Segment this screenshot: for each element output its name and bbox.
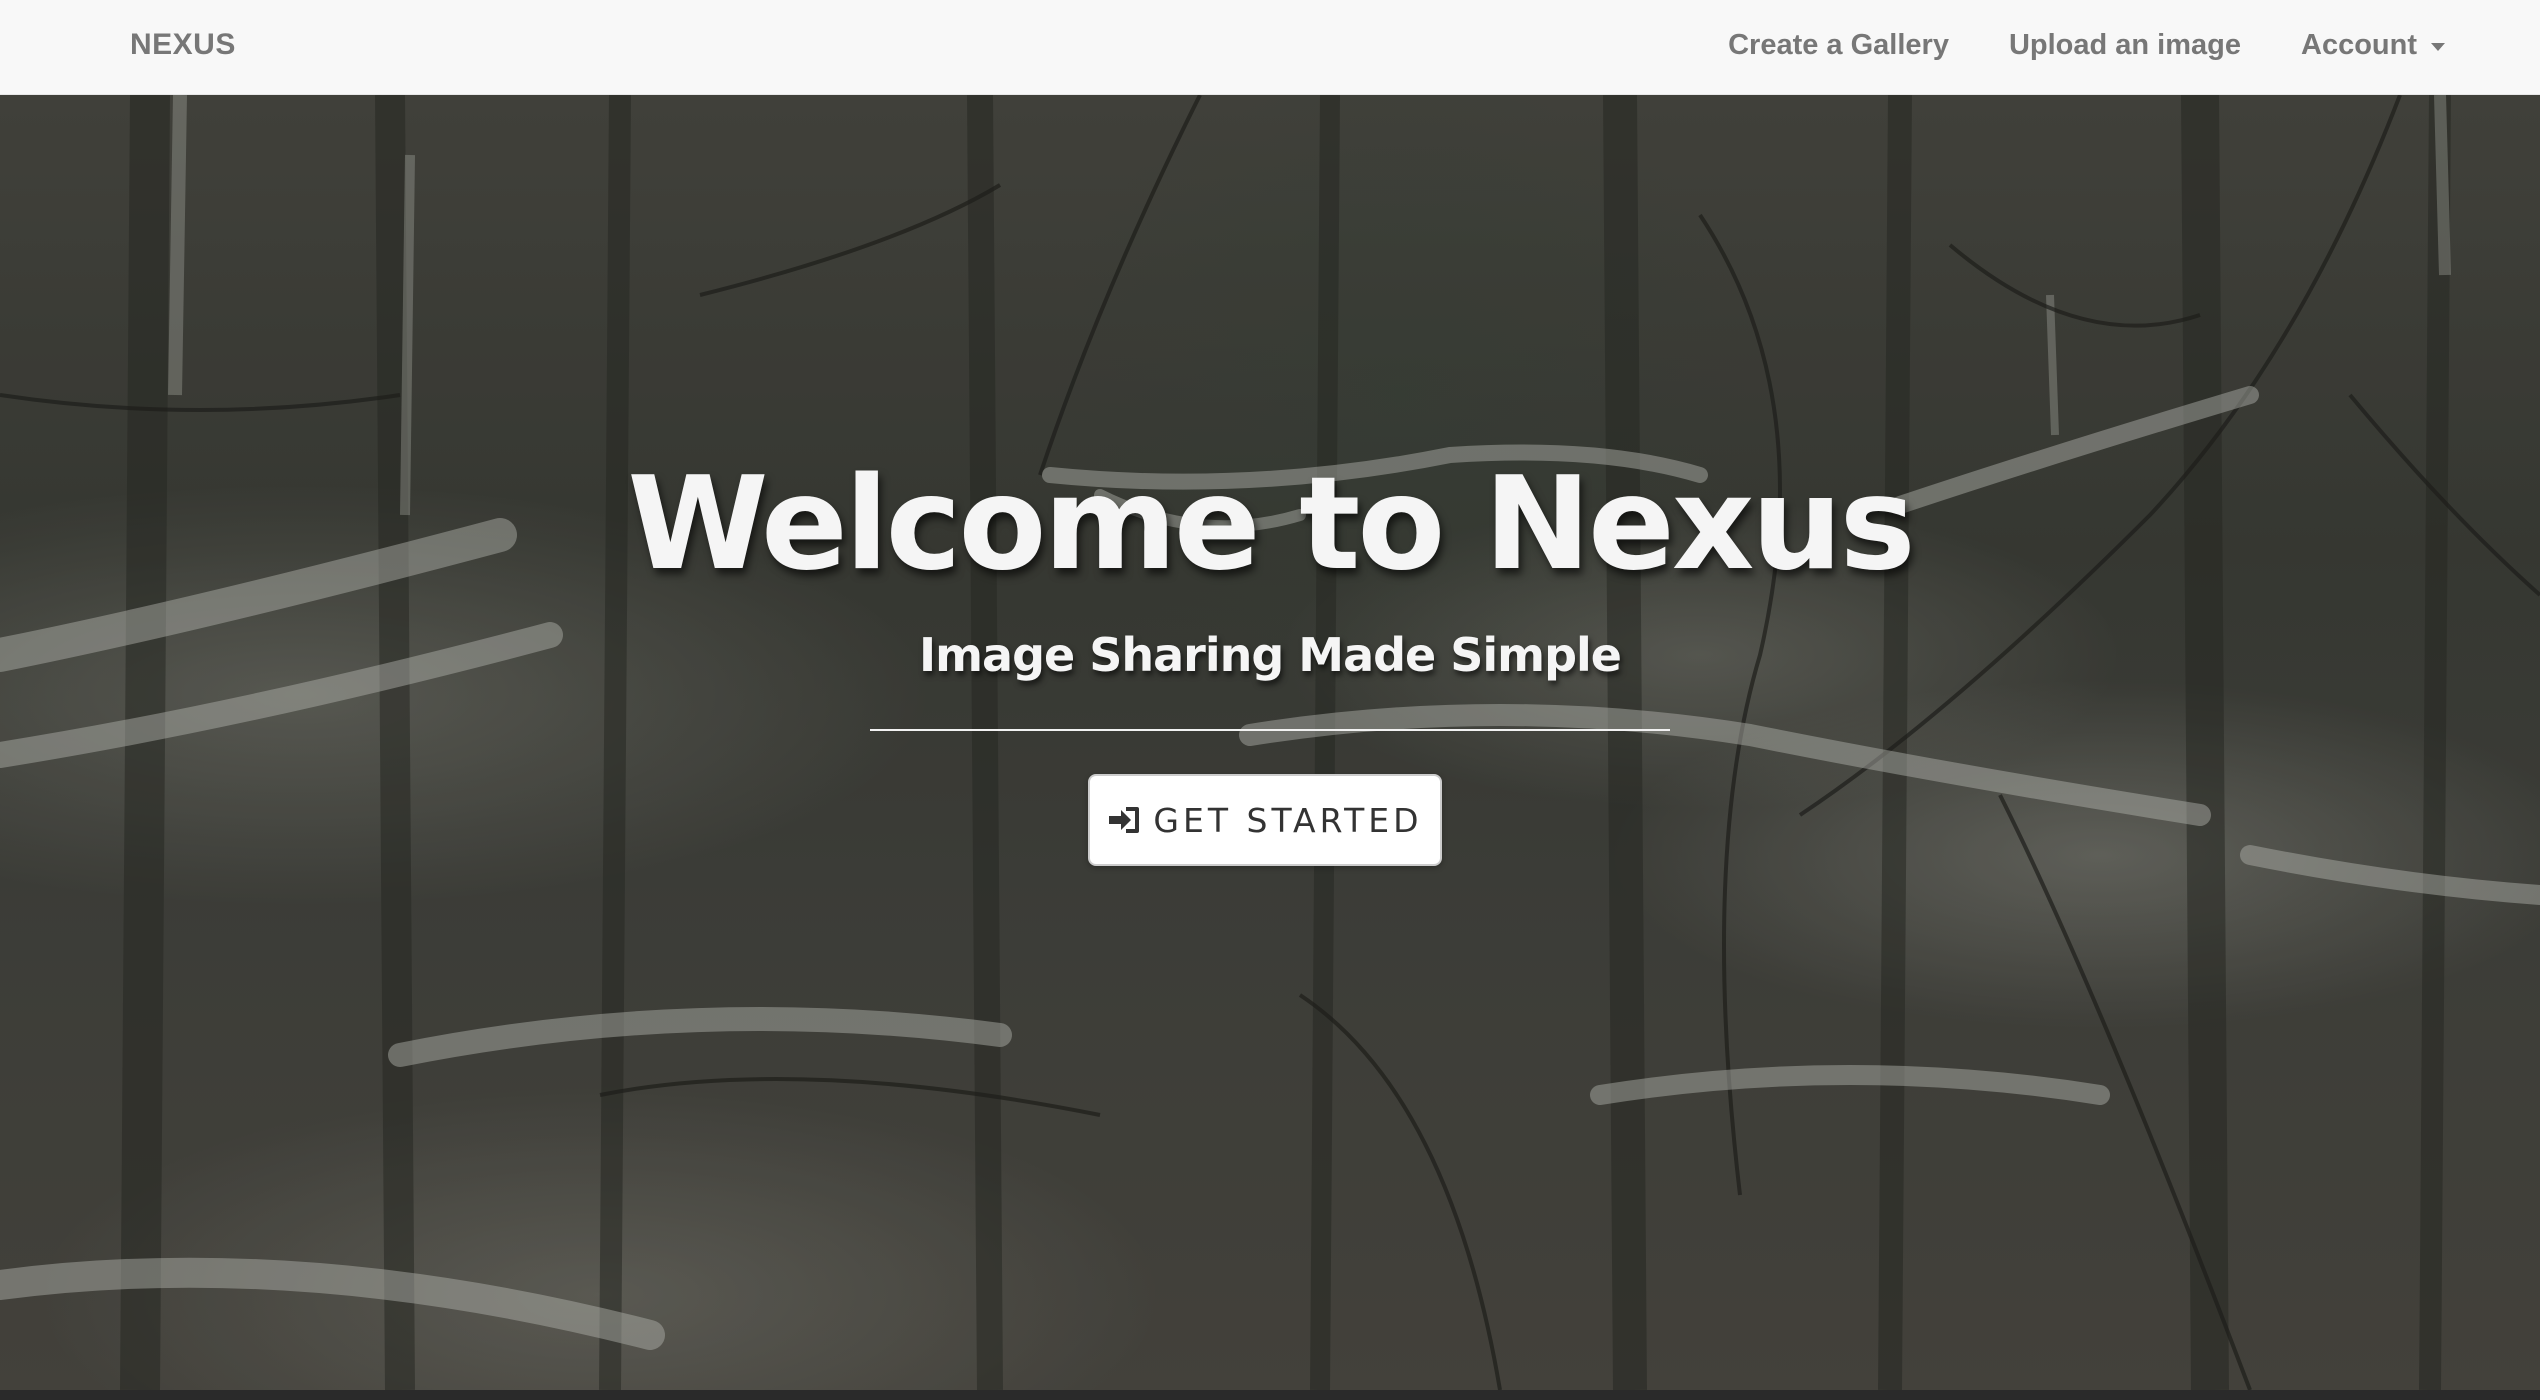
background-overlay — [0, 95, 2540, 1390]
brand-logo-link[interactable]: NEXUS — [130, 0, 236, 90]
nav-account-label: Account — [2301, 28, 2417, 61]
hero-subtitle: Image Sharing Made Simple — [919, 628, 1622, 682]
hero-section — [0, 95, 2540, 1390]
hero-divider — [870, 729, 1670, 731]
nav-links: Create a Gallery Upload an image Account — [1728, 0, 2445, 90]
bottom-edge — [0, 1390, 2540, 1400]
nav-account-dropdown[interactable]: Account — [2301, 29, 2445, 62]
sign-in-icon — [1109, 807, 1140, 833]
get-started-button[interactable]: GET STARTED — [1088, 774, 1442, 866]
hero-title: Welcome to Nexus — [627, 450, 1915, 599]
nav-upload-image-link[interactable]: Upload an image — [2009, 29, 2241, 62]
get-started-label: GET STARTED — [1153, 800, 1423, 840]
caret-down-icon — [2431, 42, 2445, 51]
navbar: NEXUS Create a Gallery Upload an image A… — [0, 0, 2540, 95]
nav-create-gallery-link[interactable]: Create a Gallery — [1728, 29, 1949, 62]
